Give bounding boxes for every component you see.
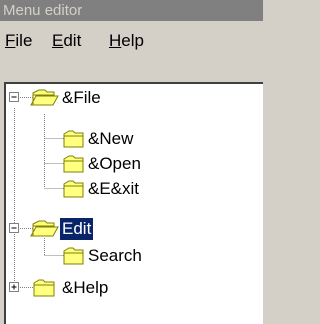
menu-help[interactable]: Help [109,30,144,52]
folder-icon [63,180,84,198]
menu-bar: File Edit Help [0,22,263,62]
open-folder-icon [30,89,59,106]
tree-node-label: Edit [60,218,94,240]
menu-file-mnemonic: F [5,31,16,50]
tree-node-label: &File [62,88,101,107]
folder-icon [63,155,84,173]
tree-node-label: &Help [62,278,109,297]
menu-tree-view[interactable]: &File &New &Open &E&xit Edit Search &Hel… [4,82,263,324]
menu-edit[interactable]: Edit [52,30,81,52]
folder-icon [33,279,55,297]
tree-node-search[interactable]: Search [62,244,144,268]
tree-node-exit[interactable]: &E&xit [62,177,141,201]
tree-node-edit[interactable]: Edit [30,217,94,241]
tree-node-label: &E&xit [88,179,140,198]
open-folder-icon [30,220,59,237]
folder-icon [63,130,84,148]
menu-edit-label: dit [63,31,82,50]
collapse-file-toggle[interactable] [9,92,19,102]
collapse-edit-toggle[interactable] [9,223,19,233]
menu-file-label: ile [15,31,33,50]
tree-node-label: &New [88,129,134,148]
expand-help-toggle[interactable] [9,282,19,292]
tree-node-help[interactable]: &Help [30,276,110,300]
window-title-bar: Menu editor [0,0,263,21]
folder-icon [63,247,84,265]
tree-node-open[interactable]: &Open [62,152,143,176]
menu-help-mnemonic: H [109,31,122,50]
tree-node-new[interactable]: &New [62,127,135,151]
tree-node-label: Search [88,246,142,265]
window-title: Menu editor [3,2,83,19]
menu-file[interactable]: File [5,30,32,52]
menu-help-label: elp [121,31,144,50]
tree-node-label: &Open [88,154,141,173]
tree-node-file[interactable]: &File [30,86,103,110]
menu-edit-mnemonic: E [52,31,64,50]
